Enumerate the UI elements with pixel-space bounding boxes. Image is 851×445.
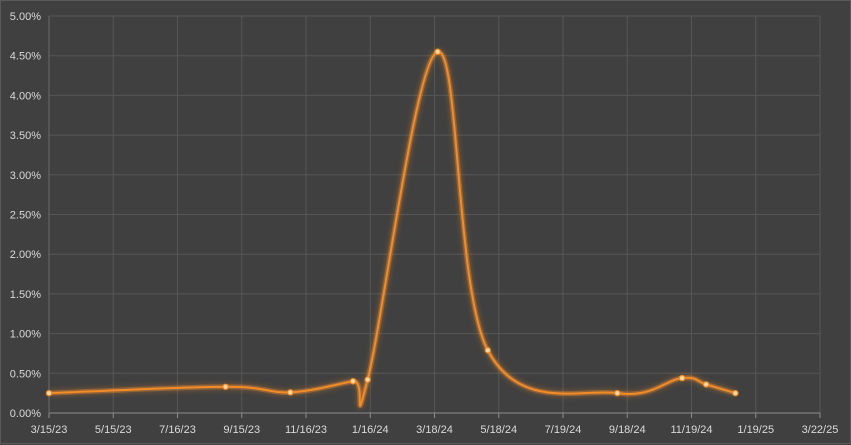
data-point: [45, 389, 53, 397]
x-tick-label: 3/15/23: [31, 424, 68, 436]
y-tick-label: 2.00%: [10, 249, 41, 261]
y-tick-label: 0.00%: [10, 408, 41, 420]
data-point: [222, 383, 229, 390]
data-point: [614, 389, 621, 397]
y-tick-label: 3.00%: [10, 170, 41, 182]
y-tick-label: 3.50%: [10, 130, 41, 142]
chart-area: 0.00% 0.50% 1.00% 1.50% 2.00% 2.50% 3.00% 3.50%…: [0, 0, 851, 444]
y-tick-label: 1.50%: [10, 289, 41, 301]
x-tick-label: 9/15/23: [223, 424, 260, 436]
x-tick-label: 7/19/24: [545, 424, 582, 436]
line-chart: 0.00% 0.50% 1.00% 1.50% 2.00% 2.50% 3.00% 3.50%…: [10, 11, 839, 436]
data-point: [484, 347, 491, 354]
x-tick-label: 11/19/24: [670, 424, 712, 436]
x-tick-label: 11/16/23: [285, 424, 327, 436]
data-point: [364, 376, 371, 383]
x-tick-label: 7/16/23: [159, 424, 196, 436]
series-line-group: [48, 49, 737, 409]
x-tick-label: 1/16/24: [352, 424, 389, 436]
x-tick-label: 3/22/25: [802, 424, 839, 436]
x-tick-label: 5/15/23: [95, 424, 132, 436]
gridlines: [49, 15, 821, 413]
x-tick-label: 3/18/24: [416, 424, 453, 436]
x-tick-label: 9/18/24: [609, 424, 646, 436]
data-point: [434, 48, 441, 55]
data-point: [349, 378, 357, 385]
series-points: [45, 48, 739, 397]
y-tick-labels: 0.00% 0.50% 1.00% 1.50% 2.00% 2.50% 3.00% 3.50%…: [10, 11, 41, 420]
series-line-glow: [48, 49, 737, 409]
y-tick-label: 4.00%: [10, 90, 41, 102]
data-point: [732, 389, 739, 397]
x-tick-label: 5/18/24: [480, 424, 517, 436]
data-point: [702, 381, 710, 388]
y-tick-label: 5.00%: [10, 11, 41, 23]
data-point: [287, 389, 294, 396]
y-tick-label: 1.00%: [10, 329, 41, 341]
x-tick-labels: 3/15/23 5/15/23 7/16/23 9/15/23 11/16/23 1/16…: [31, 424, 839, 436]
y-tick-label: 0.50%: [10, 368, 41, 380]
y-tick-label: 4.50%: [10, 51, 41, 63]
y-tick-label: 2.50%: [10, 210, 41, 222]
x-tick-label: 1/19/25: [737, 424, 774, 436]
data-point: [678, 374, 686, 382]
